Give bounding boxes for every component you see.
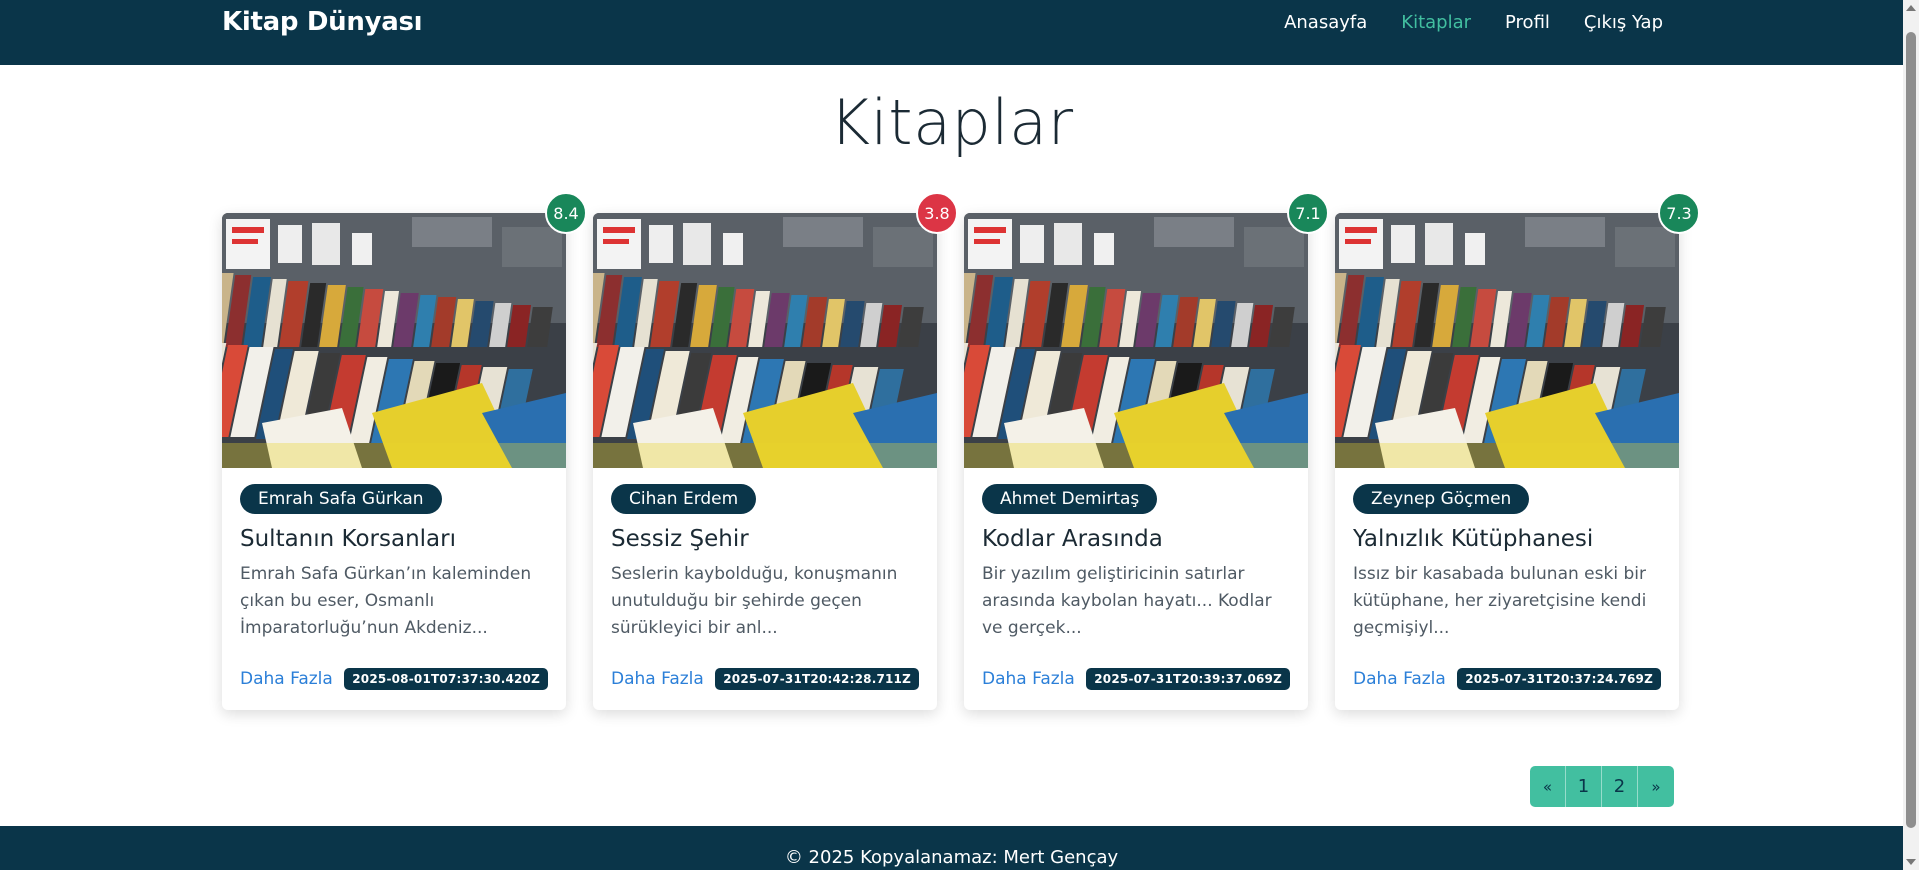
book-title: Yalnızlık Kütüphanesi [1353, 526, 1594, 552]
page-title: Kitaplar [829, 86, 1074, 159]
pagination: « 1 2 » [1530, 766, 1674, 807]
book-cover-image [1335, 213, 1679, 468]
vertical-scrollbar[interactable] [1903, 0, 1919, 870]
navbar: Kitap Dünyası Anasayfa Kitaplar Profil Ç… [0, 0, 1903, 65]
book-description: Issız bir kasabada bulunan eski bir kütü… [1353, 564, 1647, 638]
book-title: Sultanın Korsanları [240, 526, 456, 552]
card-body: Zeynep Göçmen Yalnızlık Kütüphanesi Issı… [1353, 484, 1661, 642]
footer: © 2025 Kopyalanamaz: Mert Gençay [0, 826, 1903, 870]
book-description: Emrah Safa Gürkan’ın kaleminden çıkan bu… [240, 564, 532, 638]
date-badge: 2025-07-31T20:37:24.769Z [1457, 668, 1661, 690]
brand-logo[interactable]: Kitap Dünyası [222, 7, 423, 37]
pagination-page-2[interactable]: 2 [1602, 766, 1638, 807]
book-cover-image [964, 213, 1308, 468]
book-cover-image [593, 213, 937, 468]
book-card-list: 8.4 Emrah Safa Gürkan Sultanın Korsanlar… [222, 192, 1700, 710]
author-badge: Zeynep Göçmen [1353, 484, 1530, 514]
author-badge: Emrah Safa Gürkan [240, 484, 442, 514]
footer-copyright: © 2025 Kopyalanamaz: Mert Gençay [784, 847, 1119, 868]
scroll-down-arrow-icon[interactable] [1906, 859, 1916, 865]
rating-badge: 8.4 [545, 192, 587, 234]
scrollbar-thumb[interactable] [1906, 32, 1916, 828]
main-nav: Anasayfa Kitaplar Profil Çıkış Yap [1284, 12, 1663, 33]
book-card[interactable]: 8.4 Emrah Safa Gürkan Sultanın Korsanlar… [222, 192, 587, 710]
scroll-up-arrow-icon[interactable] [1906, 5, 1916, 11]
card-body: Ahmet Demirtaş Kodlar Arasında Bir yazıl… [982, 484, 1290, 642]
book-card[interactable]: 3.8 Cihan Erdem Sessiz Şehir Seslerin ka… [593, 192, 958, 710]
pagination-page-1[interactable]: 1 [1566, 766, 1602, 807]
card-body: Cihan Erdem Sessiz Şehir Seslerin kaybol… [611, 484, 919, 642]
pagination-prev-button[interactable]: « [1530, 766, 1566, 807]
nav-link-profil[interactable]: Profil [1505, 12, 1550, 33]
rating-badge: 7.1 [1287, 192, 1329, 234]
book-description: Seslerin kaybolduğu, konuşmanın unutuldu… [611, 564, 898, 638]
book-cover-image [222, 213, 566, 468]
date-badge: 2025-07-31T20:42:28.711Z [715, 668, 919, 690]
book-title: Kodlar Arasında [982, 526, 1163, 552]
pagination-next-button[interactable]: » [1638, 766, 1674, 807]
author-badge: Cihan Erdem [611, 484, 757, 514]
date-badge: 2025-07-31T20:39:37.069Z [1086, 668, 1290, 690]
book-card[interactable]: 7.3 Zeynep Göçmen Yalnızlık Kütüphanesi … [1335, 192, 1700, 710]
card-footer: Daha Fazla 2025-08-01T07:37:30.420Z [240, 668, 548, 690]
nav-link-cikis-yap[interactable]: Çıkış Yap [1584, 12, 1663, 33]
book-description: Bir yazılım geliştiricinin satırlar aras… [982, 564, 1272, 638]
read-more-link[interactable]: Daha Fazla [982, 669, 1075, 689]
rating-badge: 3.8 [916, 192, 958, 234]
book-card[interactable]: 7.1 Ahmet Demirtaş Kodlar Arasında Bir y… [964, 192, 1329, 710]
card-body: Emrah Safa Gürkan Sultanın Korsanları Em… [240, 484, 548, 642]
read-more-link[interactable]: Daha Fazla [240, 669, 333, 689]
read-more-link[interactable]: Daha Fazla [611, 669, 704, 689]
card-footer: Daha Fazla 2025-07-31T20:42:28.711Z [611, 668, 919, 690]
author-badge: Ahmet Demirtaş [982, 484, 1158, 514]
card-footer: Daha Fazla 2025-07-31T20:37:24.769Z [1353, 668, 1661, 690]
read-more-link[interactable]: Daha Fazla [1353, 669, 1446, 689]
date-badge: 2025-08-01T07:37:30.420Z [344, 668, 548, 690]
nav-link-kitaplar[interactable]: Kitaplar [1401, 12, 1471, 33]
book-title: Sessiz Şehir [611, 526, 749, 552]
rating-badge: 7.3 [1658, 192, 1700, 234]
card-footer: Daha Fazla 2025-07-31T20:39:37.069Z [982, 668, 1290, 690]
nav-link-anasayfa[interactable]: Anasayfa [1284, 12, 1367, 33]
